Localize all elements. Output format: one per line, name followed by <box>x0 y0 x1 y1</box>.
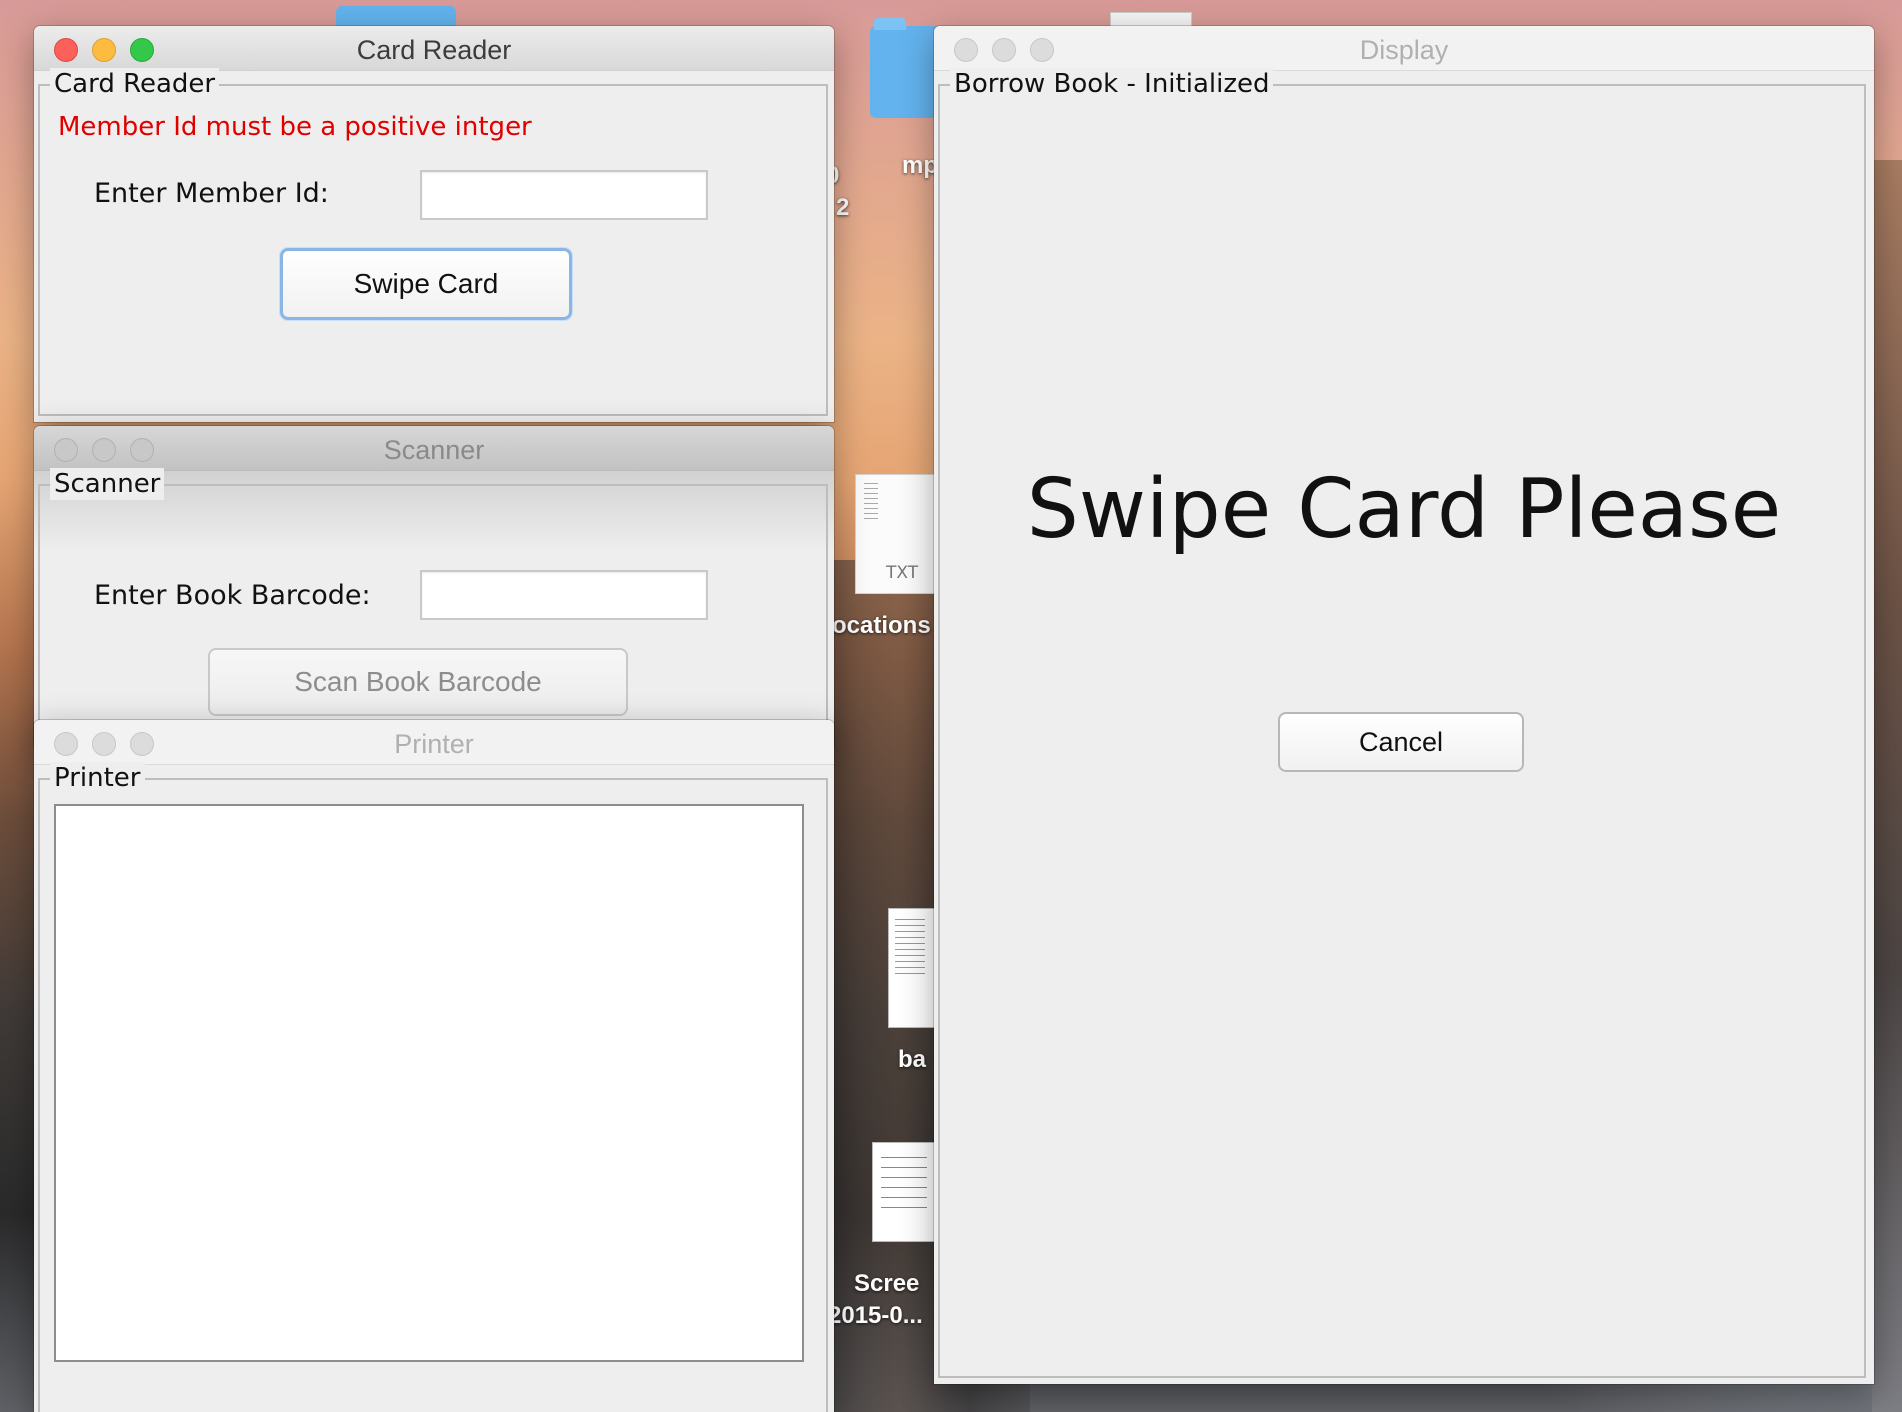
group-title: Card Reader <box>50 68 220 100</box>
desktop-screenshot-icon[interactable] <box>872 1142 938 1242</box>
book-barcode-label: Enter Book Barcode: <box>94 580 371 611</box>
display-message: Swipe Card Please <box>1026 462 1782 557</box>
window-title: Printer <box>394 729 474 759</box>
member-id-label: Enter Member Id: <box>94 178 329 209</box>
scan-book-barcode-button[interactable]: Scan Book Barcode <box>208 648 628 716</box>
card-reader-titlebar[interactable]: Card Reader <box>34 26 834 71</box>
scanner-titlebar[interactable]: Scanner <box>34 426 834 471</box>
display-window: Display Borrow Book - Initialized Swipe … <box>934 26 1874 1384</box>
txt-extension-label: TXT <box>886 563 919 583</box>
scanner-window: Scanner Scanner Enter Book Barcode: Scan… <box>34 426 834 746</box>
window-title: Display <box>1359 35 1449 65</box>
window-title: Card Reader <box>356 35 512 65</box>
group-title: Printer <box>50 762 145 794</box>
desktop-document-icon[interactable] <box>888 908 940 1028</box>
group-title: Borrow Book - Initialized <box>950 68 1274 100</box>
book-barcode-input[interactable] <box>420 570 708 620</box>
group-title: Scanner <box>50 468 165 500</box>
card-reader-window: Card Reader Card Reader Member Id must b… <box>34 26 834 422</box>
desktop-wallpaper-edge <box>1872 160 1902 1412</box>
printer-output-textarea[interactable] <box>54 804 804 1362</box>
desktop-txt-file-icon[interactable]: TXT <box>855 474 937 594</box>
error-message: Member Id must be a positive intger <box>58 112 532 142</box>
desktop-icon-label[interactable]: Scree <box>854 1270 919 1298</box>
member-id-input[interactable] <box>420 170 708 220</box>
txt-file-lines-icon <box>864 483 878 523</box>
desktop-folder-icon[interactable] <box>336 6 456 26</box>
desktop-folder-icon[interactable] <box>870 18 940 118</box>
desktop-icon-label[interactable]: 2015-0... <box>828 1302 923 1330</box>
swipe-card-button[interactable]: Swipe Card <box>280 248 572 320</box>
display-titlebar[interactable]: Display <box>934 26 1874 71</box>
window-title: Scanner <box>383 435 485 465</box>
printer-window: Printer Printer <box>34 720 834 1412</box>
printer-titlebar[interactable]: Printer <box>34 720 834 765</box>
desktop-icon-label[interactable]: 2 <box>836 194 849 222</box>
desktop-icon-label[interactable]: ocations <box>832 612 931 640</box>
desktop-icon-label[interactable]: mp <box>902 152 938 180</box>
desktop-icon-label[interactable]: ba <box>898 1046 926 1074</box>
cancel-button[interactable]: Cancel <box>1278 712 1524 772</box>
